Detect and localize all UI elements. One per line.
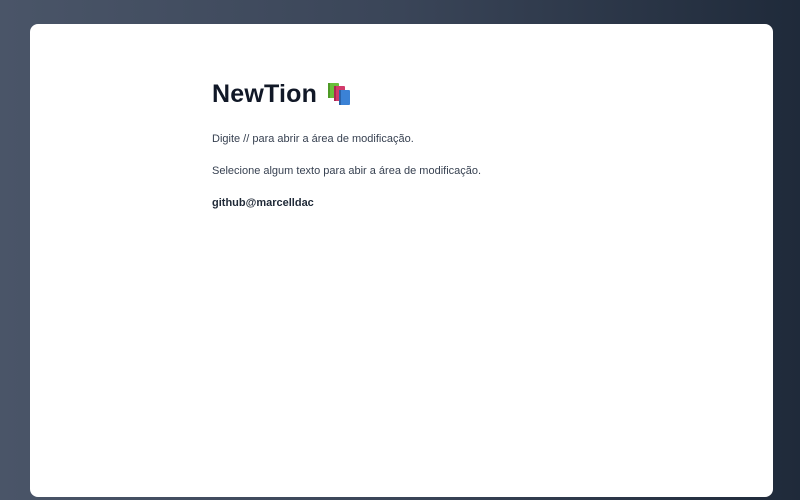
editor-content[interactable]: NewTion Digite // para abrir a área de m… (212, 76, 732, 228)
title-row: NewTion (212, 76, 732, 112)
paragraph-slash-hint[interactable]: Digite // para abrir a área de modificaç… (212, 132, 732, 146)
paragraph-github[interactable]: github@marcelldac (212, 196, 732, 210)
page-title[interactable]: NewTion (212, 80, 317, 109)
books-icon (326, 81, 352, 107)
paragraph-select-hint[interactable]: Selecione algum texto para abir a área d… (212, 164, 732, 178)
editor-card[interactable]: NewTion Digite // para abrir a área de m… (30, 24, 773, 497)
